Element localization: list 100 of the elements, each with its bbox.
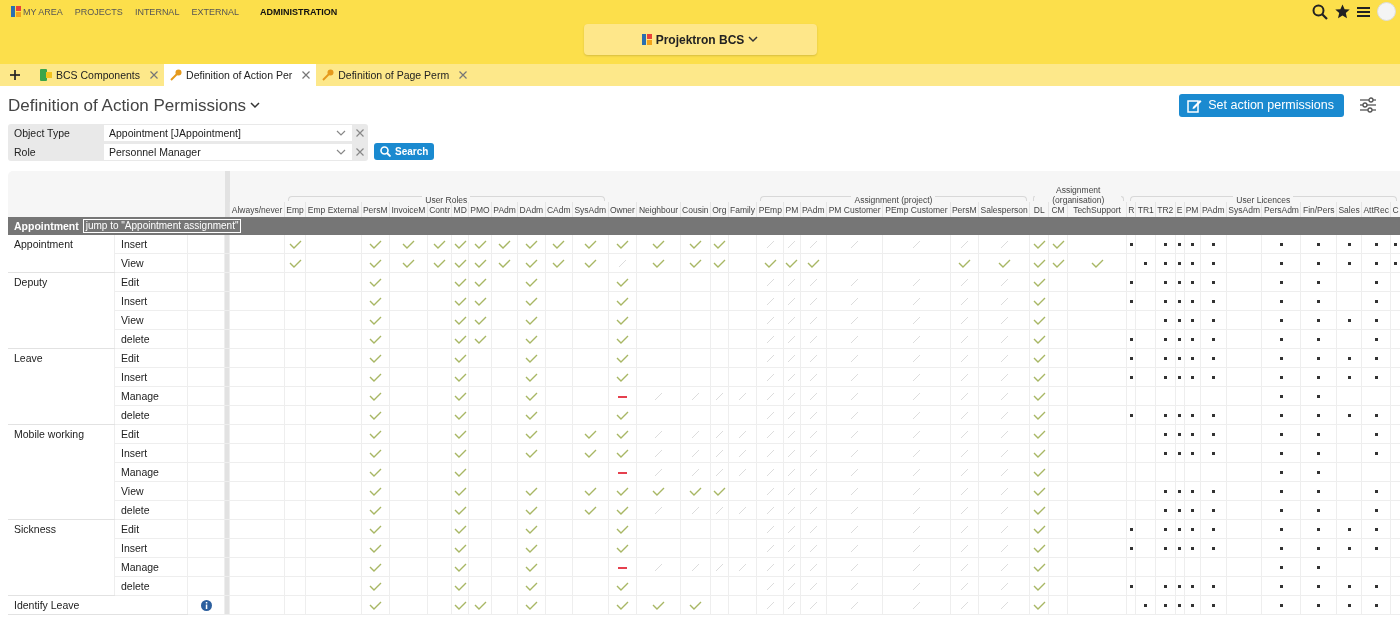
column-header: Emp External <box>307 204 359 215</box>
column-header: PEmp Customer <box>885 204 948 215</box>
select-field[interactable]: Appointment [JAppointment] <box>104 125 352 141</box>
table-cell: Edit <box>121 276 140 288</box>
column-header: DAdm <box>519 204 544 215</box>
edit-icon <box>1187 97 1203 113</box>
star-icon[interactable] <box>1335 4 1350 19</box>
column-header: PM <box>1185 204 1199 215</box>
table-cell: delete <box>121 409 150 421</box>
column-header: Salesperson <box>980 204 1028 215</box>
column-group-header: User Roles <box>425 195 469 205</box>
column-header: PM <box>785 204 799 215</box>
close-icon[interactable] <box>459 71 468 79</box>
column-header: MD <box>453 204 467 215</box>
table-cell: Insert <box>121 295 148 307</box>
table-cell: Identify Leave <box>14 599 80 611</box>
column-header: PEmp <box>758 204 782 215</box>
table-cell: Manage <box>121 466 159 478</box>
nav-item[interactable]: EXTERNAL <box>185 0 245 18</box>
column-header: TechSupport <box>1073 204 1121 215</box>
column-header: SysAdm <box>1228 204 1260 215</box>
section-title: Appointment <box>14 220 79 232</box>
table-cell: Edit <box>121 352 140 364</box>
table-cell: Insert <box>121 447 148 459</box>
close-icon[interactable] <box>302 71 311 79</box>
column-header: CAdm <box>546 204 571 215</box>
chevron-down-icon <box>336 129 346 137</box>
search-button[interactable]: Search <box>374 143 435 160</box>
nav-item[interactable]: INTERNAL <box>128 0 186 18</box>
column-header: Cousin <box>682 204 709 215</box>
column-header: PAdm <box>1202 204 1225 215</box>
column-header: R <box>1128 204 1135 215</box>
field-label: Role <box>13 145 37 160</box>
table-cell: Edit <box>121 428 140 440</box>
workspace-dropdown[interactable]: Projektron BCS <box>583 24 817 55</box>
components-icon <box>40 69 52 81</box>
table-cell: Insert <box>121 542 148 554</box>
menu-icon[interactable] <box>1357 5 1370 18</box>
table-cell: Sickness <box>14 523 56 535</box>
column-header: PersAdm <box>1264 204 1299 215</box>
column-header: PAdm <box>493 204 516 215</box>
set-permissions-button[interactable]: Set action permissions <box>1179 93 1344 117</box>
column-header: PAdm <box>802 204 825 215</box>
close-icon <box>356 129 364 137</box>
column-header: Always/never <box>231 204 283 215</box>
column-header: DL <box>1033 204 1045 215</box>
home-icon <box>11 6 21 17</box>
nav-item[interactable]: ADMINISTRATION <box>250 0 347 18</box>
info-icon[interactable] <box>200 599 212 611</box>
close-icon[interactable] <box>150 71 159 79</box>
column-header: Contr <box>429 204 450 215</box>
column-header: Fin/Pers <box>1302 204 1335 215</box>
table-cell: Leave <box>14 352 43 364</box>
table-cell: Manage <box>121 390 159 402</box>
table-cell: delete <box>121 333 150 345</box>
column-header: Neighbour <box>638 204 679 215</box>
select-field[interactable]: Personnel Manager <box>104 144 352 160</box>
sliders-icon[interactable] <box>1360 97 1376 113</box>
search-icon <box>380 146 391 157</box>
column-header: Sales <box>1338 204 1360 215</box>
chevron-down-icon <box>748 36 759 43</box>
tab[interactable]: Definition of Page Perm <box>316 64 474 86</box>
plus-icon <box>10 69 20 81</box>
chevron-down-icon <box>336 148 346 156</box>
table-cell: Mobile working <box>14 428 85 440</box>
key-icon <box>322 69 335 81</box>
column-header: PMO <box>470 204 490 215</box>
table-cell: delete <box>121 580 150 592</box>
tab[interactable]: BCS Components <box>34 64 165 86</box>
table-cell: Manage <box>121 561 159 573</box>
column-header: PM Customer <box>828 204 881 215</box>
tab[interactable]: Definition of Action Per <box>164 64 317 86</box>
column-header: Family <box>730 204 755 215</box>
column-header: Org <box>712 204 727 215</box>
key-icon <box>170 69 183 81</box>
nav-item[interactable]: MY AREA <box>5 0 69 18</box>
table-cell: Insert <box>121 238 148 250</box>
column-header: AttRec <box>1363 204 1389 215</box>
nav-item[interactable]: PROJECTS <box>68 0 129 18</box>
table-cell: View <box>121 257 144 269</box>
field-label: Object Type <box>13 126 71 141</box>
jump-link[interactable]: jump to "Appointment assignment" <box>82 219 242 233</box>
column-header: SysAdm <box>574 204 607 215</box>
column-header: TR1 <box>1137 204 1154 215</box>
table-cell: delete <box>121 504 150 516</box>
close-icon <box>356 148 364 156</box>
column-header: PersM <box>362 204 388 215</box>
logo-icon <box>641 34 652 45</box>
column-header: C <box>1392 204 1399 215</box>
column-group-header: Assignment (organisation) <box>1051 185 1106 205</box>
page-title[interactable]: Definition of Action Permissions <box>8 94 261 116</box>
table-cell: Insert <box>121 371 148 383</box>
search-icon[interactable] <box>1312 3 1328 20</box>
column-group-header: User Licences <box>1235 195 1292 205</box>
table-cell: Edit <box>121 523 140 535</box>
column-header: PersM <box>951 204 977 215</box>
column-header: TR2 <box>1157 204 1174 215</box>
table-cell: View <box>121 314 144 326</box>
chevron-down-icon <box>250 102 261 109</box>
column-header: InvoiceM <box>391 204 426 215</box>
